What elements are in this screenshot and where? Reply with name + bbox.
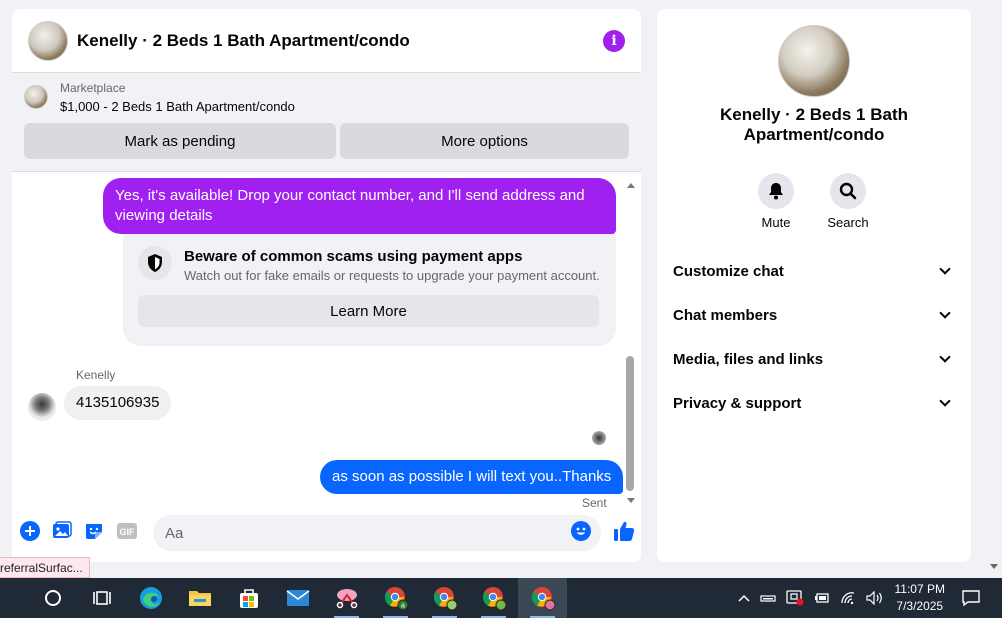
section-chat-members[interactable]: Chat members [673, 293, 955, 337]
system-tray: 11:07 PM 7/3/2025 [733, 578, 1002, 618]
chrome-profile-4-icon[interactable] [518, 578, 567, 618]
sticker-icon[interactable] [84, 521, 104, 546]
taskbar: a 11:07 PM 7/3/2025 [0, 578, 1002, 618]
conversation-avatar[interactable] [778, 25, 850, 97]
usb-drive-icon[interactable] [759, 593, 776, 603]
section-media-files-links[interactable]: Media, files and links [673, 337, 955, 381]
microsoft-store-icon[interactable] [224, 578, 273, 618]
section-privacy-support[interactable]: Privacy & support [673, 381, 955, 425]
search-label: Search [827, 215, 869, 230]
battery-icon[interactable] [814, 592, 830, 604]
mute-label: Mute [761, 215, 791, 230]
conversation-title: Kenelly · 2 Beds 1 Bath Apartment/condo [719, 105, 908, 144]
outgoing-message[interactable]: Yes, it's available! Drop your contact n… [103, 178, 616, 234]
shield-icon [138, 246, 172, 280]
plus-icon[interactable] [20, 520, 40, 546]
chevron-down-icon[interactable] [939, 263, 951, 275]
mute-action[interactable]: Mute [746, 173, 806, 230]
learn-more-button[interactable]: Learn More [138, 295, 599, 327]
chat-header: Kenelly · 2 Beds 1 Bath Apartment/condo … [12, 9, 641, 73]
section-label: Media, files and links [673, 350, 824, 368]
file-explorer-icon[interactable] [175, 578, 224, 618]
message-input[interactable] [165, 524, 571, 542]
wifi-icon[interactable] [840, 591, 856, 605]
warning-title: Beware of common scams using payment app… [184, 248, 523, 265]
mail-icon[interactable] [273, 578, 322, 618]
photo-icon[interactable] [52, 520, 72, 546]
clock-time: 11:07 PM [894, 582, 945, 596]
section-label: Customize chat [673, 262, 784, 280]
edge-browser-icon[interactable] [126, 578, 175, 618]
chrome-profile-1-icon[interactable]: a [371, 578, 420, 618]
info-icon[interactable]: i [603, 29, 625, 52]
message-list: Yes, it's available! Drop your contact n… [12, 174, 641, 514]
chat-panel: Kenelly · 2 Beds 1 Bath Apartment/condo … [12, 9, 641, 562]
search-circle-icon[interactable] [28, 578, 77, 618]
bell-icon[interactable] [758, 173, 794, 209]
read-receipt-avatar [592, 431, 606, 445]
listing-thumbnail[interactable] [24, 85, 48, 109]
chat-title[interactable]: Kenelly · 2 Beds 1 Bath Apartment/condo [77, 31, 603, 51]
scam-warning-card: Beware of common scams using payment app… [123, 234, 616, 346]
gif-icon[interactable]: GIF [116, 521, 138, 546]
notification-icon[interactable] [962, 589, 980, 607]
taskbar-clock[interactable]: 11:07 PM 7/3/2025 [895, 581, 945, 615]
sender-avatar[interactable] [28, 393, 56, 421]
marketplace-label: Marketplace [60, 81, 126, 95]
chevron-up-icon[interactable] [737, 594, 750, 602]
composer: GIF [12, 513, 641, 553]
chat-avatar[interactable] [28, 20, 68, 61]
clock-date: 7/3/2025 [896, 599, 944, 613]
message-input-wrapper [153, 515, 601, 551]
thumbs-up-icon[interactable] [613, 520, 635, 547]
sent-status: Sent [582, 496, 607, 510]
scroll-thumb[interactable] [626, 356, 634, 491]
task-view-icon[interactable] [77, 578, 126, 618]
message-scrollbar[interactable] [624, 174, 636, 509]
more-options-button[interactable]: More options [340, 123, 629, 159]
svg-text:GIF: GIF [120, 527, 136, 537]
security-alert-icon[interactable] [785, 590, 804, 606]
warning-subtitle: Watch out for fake emails or requests to… [184, 268, 600, 283]
mark-as-pending-button[interactable]: Mark as pending [24, 123, 336, 159]
page-scroll-down-arrow[interactable] [990, 564, 998, 569]
listing-title[interactable]: $1,000 - 2 Beds 1 Bath Apartment/condo [60, 99, 295, 114]
sender-name: Kenelly [76, 368, 116, 382]
emoji-icon[interactable] [571, 520, 591, 546]
incoming-message[interactable]: 4135106935 [64, 386, 172, 420]
section-label: Privacy & support [673, 394, 802, 412]
chevron-down-icon[interactable] [939, 307, 951, 319]
conversation-info-panel: Kenelly · 2 Beds 1 Bath Apartment/condo … [657, 9, 971, 562]
outgoing-message[interactable]: as soon as possible I will text you..Tha… [320, 460, 624, 494]
marketplace-bar: Marketplace $1,000 - 2 Beds 1 Bath Apart… [12, 73, 641, 172]
chrome-profile-2-icon[interactable] [420, 578, 469, 618]
scroll-up-arrow[interactable] [627, 183, 635, 188]
status-tooltip: referralSurfac... [0, 557, 90, 578]
svg-text:a: a [401, 603, 405, 610]
volume-icon[interactable] [865, 591, 884, 605]
section-label: Chat members [673, 306, 778, 324]
scroll-down-arrow[interactable] [627, 498, 635, 503]
chevron-down-icon[interactable] [939, 351, 951, 363]
section-customize-chat[interactable]: Customize chat [673, 249, 955, 293]
search-icon[interactable] [830, 173, 866, 209]
snipping-tool-icon[interactable] [322, 578, 371, 618]
chevron-down-icon[interactable] [939, 395, 951, 407]
search-action[interactable]: Search [818, 173, 878, 230]
chrome-profile-3-icon[interactable] [469, 578, 518, 618]
